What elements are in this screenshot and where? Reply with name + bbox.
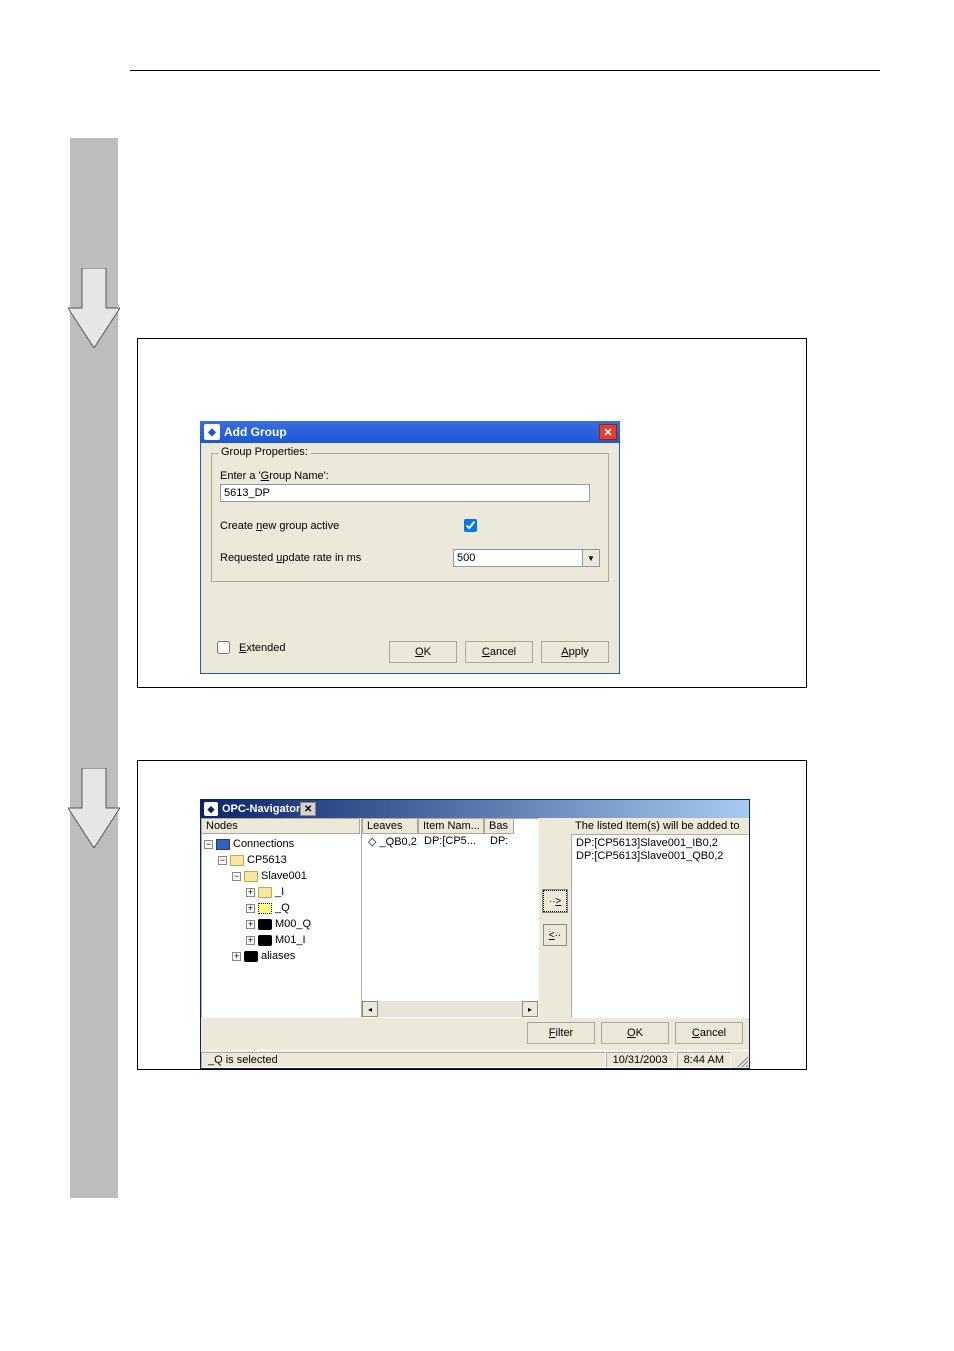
added-items-list[interactable]: DP:[CP5613]Slave001_IB0,2 DP:[CP5613]Sla… <box>571 834 749 1018</box>
close-icon[interactable]: ✕ <box>300 802 316 816</box>
tree-node-connections[interactable]: −Connections <box>204 836 358 852</box>
connections-icon <box>216 839 230 850</box>
cancel-button[interactable]: Cancel <box>465 641 533 663</box>
remove-item-button[interactable]: <·· <box>543 924 567 946</box>
added-items-header: The listed Item(s) will be added to <box>571 818 749 834</box>
tree-node-slave001[interactable]: −Slave001 <box>204 868 358 884</box>
status-time: 8:44 AM <box>677 1052 731 1068</box>
nodes-tree-panel: Nodes −Connections −CP5613 −Slave001 +_I… <box>201 818 361 1018</box>
app-icon: ◆ <box>204 424 220 440</box>
scroll-left-icon[interactable]: ◂ <box>362 1001 378 1017</box>
horizontal-scrollbar[interactable]: ◂ ▸ <box>362 1001 538 1017</box>
add-group-title: Add Group <box>224 425 287 439</box>
scroll-track[interactable] <box>378 1001 522 1017</box>
figure-add-group: ◆ Add Group ✕ Group Properties: Enter a … <box>137 338 807 688</box>
tree-node-i[interactable]: +_I <box>204 884 358 900</box>
group-properties-legend: Group Properties: <box>218 446 311 458</box>
app-icon: ◆ <box>204 802 218 816</box>
opc-title-text: OPC-Navigator <box>222 803 300 815</box>
list-row[interactable]: ◇ _QB0,2 DP:[CP5... DP: <box>362 834 538 849</box>
folder-icon <box>258 887 272 898</box>
extended-label: Extended <box>239 642 286 654</box>
figure-opc-navigator: ◆ OPC-Navigator ✕ Nodes −Connections −CP… <box>137 760 807 1070</box>
add-group-titlebar: ◆ Add Group ✕ <box>200 421 620 443</box>
binoculars-icon <box>258 919 272 930</box>
resize-grip-icon[interactable] <box>733 1052 749 1068</box>
create-active-label: Create new group active <box>220 520 460 532</box>
update-rate-label: Requested update rate in ms <box>220 552 453 564</box>
leaves-list: Leaves Item Nam... Bas ◇ _QB0,2 DP:[CP5.… <box>361 818 539 1018</box>
tree-node-m00q[interactable]: +M00_Q <box>204 916 358 932</box>
nodes-tree[interactable]: −Connections −CP5613 −Slave001 +_I +_Q +… <box>202 834 360 1017</box>
add-group-dialog: Group Properties: Enter a 'Group Name': … <box>200 443 620 674</box>
added-items-panel: The listed Item(s) will be added to DP:[… <box>571 818 749 1018</box>
opc-navigator-window: ◆ OPC-Navigator ✕ Nodes −Connections −CP… <box>200 799 750 1069</box>
status-date: 10/31/2003 <box>606 1052 675 1068</box>
cell-itemname: DP:[CP5... <box>420 834 486 849</box>
opc-button-row: Filter OK Cancel <box>201 1018 749 1050</box>
close-icon[interactable]: ✕ <box>599 424 617 440</box>
tree-node-aliases[interactable]: +aliases <box>204 948 358 964</box>
col-itemname[interactable]: Item Nam... <box>418 819 484 834</box>
cancel-button[interactable]: Cancel <box>675 1022 743 1044</box>
opc-body: Nodes −Connections −CP5613 −Slave001 +_I… <box>201 818 749 1018</box>
ok-button[interactable]: OK <box>389 641 457 663</box>
apply-button[interactable]: Apply <box>541 641 609 663</box>
tree-node-cp5613[interactable]: −CP5613 <box>204 852 358 868</box>
step-arrow-2 <box>68 768 116 840</box>
tree-node-q[interactable]: +_Q <box>204 900 358 916</box>
group-properties-box: Group Properties: Enter a 'Group Name': … <box>211 453 609 582</box>
chevron-down-icon[interactable]: ▼ <box>583 549 600 567</box>
col-leaves[interactable]: Leaves <box>362 819 418 834</box>
transfer-buttons: ··> <·· <box>539 818 571 1018</box>
status-text: _Q is selected <box>201 1052 606 1068</box>
cell-bas: DP: <box>486 834 516 849</box>
folder-open-icon <box>230 855 244 866</box>
scroll-right-icon[interactable]: ▸ <box>522 1001 538 1017</box>
nodes-header: Nodes <box>202 819 360 834</box>
diamond-icon: ◇ <box>368 836 376 848</box>
col-bas[interactable]: Bas <box>484 819 514 834</box>
extended-checkbox[interactable] <box>217 641 230 654</box>
tree-node-m01i[interactable]: +M01_I <box>204 932 358 948</box>
list-item[interactable]: DP:[CP5613]Slave001_QB0,2 <box>576 850 744 863</box>
update-rate-input[interactable] <box>453 549 583 567</box>
ok-button[interactable]: OK <box>601 1022 669 1044</box>
filter-button[interactable]: Filter <box>527 1022 595 1044</box>
header-divider <box>130 70 880 71</box>
group-name-input[interactable] <box>220 484 590 502</box>
binoculars-icon <box>258 935 272 946</box>
step-arrow-1 <box>68 268 116 340</box>
status-bar: _Q is selected 10/31/2003 8:44 AM <box>201 1050 749 1068</box>
leaves-headers: Leaves Item Nam... Bas <box>362 819 538 834</box>
create-active-checkbox[interactable] <box>464 519 477 532</box>
folder-open-icon <box>244 871 258 882</box>
cell-leaves: _QB0,2 <box>380 836 417 848</box>
add-item-button[interactable]: ··> <box>543 890 567 912</box>
opc-titlebar: ◆ OPC-Navigator ✕ <box>201 800 749 818</box>
group-name-label: Enter a 'Group Name': <box>220 470 600 482</box>
list-item[interactable]: DP:[CP5613]Slave001_IB0,2 <box>576 837 744 850</box>
folder-open-icon <box>258 903 272 914</box>
update-rate-combo[interactable]: ▼ <box>453 549 600 567</box>
binoculars-icon <box>244 951 258 962</box>
